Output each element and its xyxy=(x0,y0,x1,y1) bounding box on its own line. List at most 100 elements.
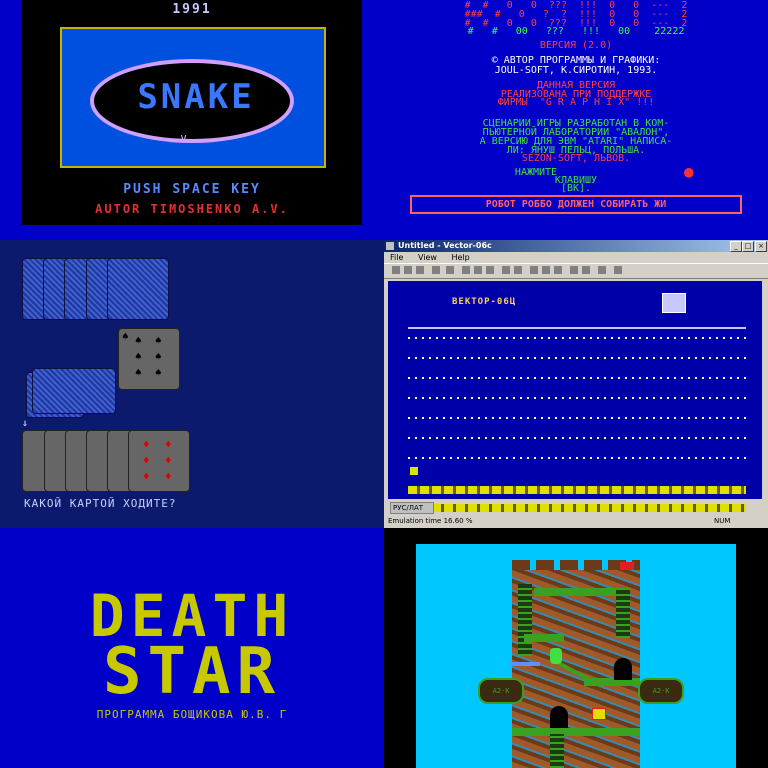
score-row-4: # # 00 ??? !!! 00 22222 xyxy=(467,26,685,37)
diamond-icon: ♦ xyxy=(143,454,150,467)
played-card-eight-spades: ♠ ♠ ♠ ♠ ♠ ♠ ♠ xyxy=(118,328,180,390)
red-bird-icon xyxy=(620,562,634,570)
ladder xyxy=(550,734,564,768)
tape-icon[interactable] xyxy=(462,266,470,274)
opponent-card-back xyxy=(107,258,169,320)
toolbar xyxy=(384,263,768,279)
window-title: Untitled - Vector-06c xyxy=(398,241,492,250)
side-sign-label: A2·K xyxy=(492,687,510,695)
screen-title: ВЕКТОР-06Ц xyxy=(452,297,517,307)
spade-icon: ♠ xyxy=(135,334,142,347)
dotted-row xyxy=(408,437,746,439)
emulator-display[interactable]: ВЕКТОР-06Ц xyxy=(388,281,762,512)
num-lock-indicator: NUM xyxy=(714,517,731,525)
hand-card-diamonds[interactable]: ♦ ♦ ♦ ♦ ♦ ♦ xyxy=(128,430,190,492)
robbo-cherry-icon: ● xyxy=(684,162,694,181)
side-sign-label: A2·K xyxy=(652,687,670,695)
minimize-button[interactable]: _ xyxy=(730,241,742,252)
stop-icon[interactable] xyxy=(514,266,522,274)
player-character-icon xyxy=(550,648,562,664)
play-icon[interactable] xyxy=(502,266,510,274)
doorway xyxy=(550,706,568,728)
spade-icon: ♠ xyxy=(135,350,142,363)
spade-icon: ♠ xyxy=(135,366,142,379)
diamond-icon: ♦ xyxy=(165,454,172,467)
diamond-icon: ♦ xyxy=(143,438,150,451)
dotted-row xyxy=(408,457,746,459)
emulator-window: Untitled - Vector-06c _ □ × File View He… xyxy=(384,240,768,528)
debug-icon[interactable] xyxy=(570,266,578,274)
menu-view[interactable]: View xyxy=(418,253,437,262)
program-credit: ПРОГРАММА БОЩИКОВА Ю.В. Г xyxy=(96,708,288,721)
open-icon[interactable] xyxy=(404,266,412,274)
reset-icon[interactable] xyxy=(432,266,440,274)
snake-logo-frame: SNAKE ∨ xyxy=(60,27,326,168)
ladder xyxy=(616,588,630,638)
menu-help[interactable]: Help xyxy=(451,253,469,262)
enemy-creature-icon xyxy=(592,708,606,720)
scenario-line-5: SEZON-SOFT, ЛЬВОВ. xyxy=(521,153,631,164)
window-titlebar: Untitled - Vector-06c _ □ × xyxy=(384,240,768,252)
disk-icon[interactable] xyxy=(446,266,454,274)
side-sign-right: A2·K xyxy=(638,678,684,704)
dotted-row xyxy=(408,357,746,359)
snake-logo-ellipse: SNAKE xyxy=(90,59,294,143)
snake-logo: SNAKE xyxy=(137,77,255,117)
registers-icon[interactable] xyxy=(554,266,562,274)
move-prompt: КАКОЙ КАРТОЙ ХОДИТЕ? xyxy=(24,497,177,510)
snake-glyph-icon: ∨ xyxy=(180,131,188,145)
spade-icon: ♠ xyxy=(155,350,162,363)
new-icon[interactable] xyxy=(392,266,400,274)
cpu-icon[interactable] xyxy=(542,266,550,274)
spade-icon: ♠ xyxy=(122,330,129,343)
menu-bar: File View Help xyxy=(384,252,768,263)
filter-icon[interactable] xyxy=(486,266,494,274)
memory-icon[interactable] xyxy=(530,266,538,274)
scrolling-banner: РОБОТ РОББО ДОЛЖЕН СОБИРАТЬ ЖИ xyxy=(410,195,742,214)
spade-icon: ♠ xyxy=(155,366,162,379)
taskbar-label: РУС/ЛАТ xyxy=(393,504,424,512)
version-text: ВЕРСИЯ (2.0) xyxy=(539,40,613,51)
maximize-button[interactable]: □ xyxy=(742,241,754,252)
dotted-row xyxy=(408,327,746,329)
record-icon[interactable] xyxy=(474,266,482,274)
fullscreen-icon[interactable] xyxy=(598,266,606,274)
yellow-band xyxy=(408,504,746,512)
push-space-prompt: PUSH SPACE KEY xyxy=(123,182,261,197)
save-icon[interactable] xyxy=(416,266,424,274)
selection-arrow-icon: ⇓ xyxy=(22,418,29,429)
press-line-3: [ВК]. xyxy=(560,183,592,194)
ladder xyxy=(518,584,532,656)
dotted-row xyxy=(408,397,746,399)
death-star-title-screen: DEATH STAR ПРОГРАММА БОЩИКОВА Ю.В. Г xyxy=(0,528,384,768)
ledge xyxy=(524,634,564,642)
taskbar-tab[interactable]: РУС/ЛАТ xyxy=(390,502,434,514)
emulation-time: Emulation time 16.60 % xyxy=(388,517,473,525)
tower-game-screen: A2·K A2·K xyxy=(384,528,768,768)
menu-file[interactable]: File xyxy=(390,253,403,262)
diamond-icon: ♦ xyxy=(165,438,172,451)
diamond-icon: ♦ xyxy=(165,470,172,483)
dotted-row xyxy=(408,417,746,419)
deck-card-back[interactable] xyxy=(32,368,116,414)
ledge xyxy=(534,588,624,596)
status-bar: Emulation time 16.60 % NUM xyxy=(384,515,768,527)
snake-author: AUTOR TIMOSHENKO A.V. xyxy=(95,202,289,216)
keyboard-icon[interactable] xyxy=(614,266,622,274)
author-line-2: JOUL-SOFT, К.СИРОТИН, 1993. xyxy=(494,65,658,76)
spade-icon: ♠ xyxy=(155,334,162,347)
snake-title-screen: 1991 SNAKE ∨ PUSH SPACE KEY AUTOR TIMOSH… xyxy=(0,0,384,240)
robbo-title-screen: # # 0 0 ??? !!! 0 0 --- 2 ### # 0 ? ? !!… xyxy=(384,0,768,240)
release-line-3: ФИРМЫ "G R A P H I X" !!! xyxy=(497,97,655,108)
water-splash-icon xyxy=(510,662,540,666)
settings-icon[interactable] xyxy=(582,266,590,274)
card-game-screen: ♠ ♠ ♠ ♠ ♠ ♠ ♠ ⇓ ♦ ♦ ♦ ♦ ♦ ♦ КАКОЙ КАРТОЙ… xyxy=(0,240,384,528)
doorway xyxy=(614,658,632,680)
dotted-row xyxy=(408,337,746,339)
ledge xyxy=(512,728,640,736)
diamond-icon: ♦ xyxy=(143,470,150,483)
close-button[interactable]: × xyxy=(755,241,767,252)
yellow-band xyxy=(408,486,746,494)
computer-icon xyxy=(662,293,686,313)
title-line-2: STAR xyxy=(102,635,282,709)
